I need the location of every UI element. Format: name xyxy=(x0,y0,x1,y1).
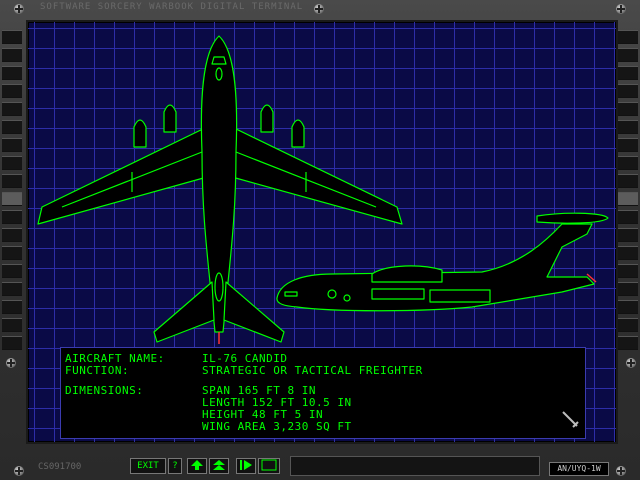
bolt-icon xyxy=(626,358,636,368)
help-button[interactable]: ? xyxy=(168,458,182,474)
bolt-icon xyxy=(6,358,16,368)
screen-icon xyxy=(261,459,277,471)
blueprint-screen: AIRCRAFT NAME: IL-76 CANDID FUNCTION: ST… xyxy=(26,20,618,444)
dimensions-label: DIMENSIONS: xyxy=(65,384,144,397)
up-arrow-icon xyxy=(191,460,203,470)
side-view-aircraft xyxy=(276,212,609,312)
screen-button[interactable] xyxy=(258,458,280,474)
model-label: AN/UYQ-1W xyxy=(549,462,609,476)
next-button[interactable] xyxy=(236,458,256,474)
left-rail xyxy=(2,30,22,350)
top-button[interactable] xyxy=(209,458,229,474)
next-icon xyxy=(240,460,252,470)
aircraft-info-panel: AIRCRAFT NAME: IL-76 CANDID FUNCTION: ST… xyxy=(60,347,586,439)
wing-area-value: WING AREA 3,230 SQ FT xyxy=(202,420,352,433)
exit-button[interactable]: EXIT xyxy=(130,458,166,474)
function-value: STRATEGIC OR TACTICAL FREIGHTER xyxy=(202,364,423,377)
sword-icon[interactable] xyxy=(561,410,581,430)
bolt-icon xyxy=(314,4,324,14)
control-bar: CS091700 EXIT ? AN/UYQ-1W xyxy=(0,450,640,480)
terminal-title: SOFTWARE SORCERY WARBOOK DIGITAL TERMINA… xyxy=(40,2,304,12)
top-arrow-icon xyxy=(213,460,225,470)
right-rail xyxy=(618,30,638,350)
bolt-icon xyxy=(14,4,24,14)
bolt-icon xyxy=(616,4,626,14)
status-display xyxy=(290,456,540,476)
function-label: FUNCTION: xyxy=(65,364,130,377)
serial-number: CS091700 xyxy=(38,462,82,472)
terminal-frame: SOFTWARE SORCERY WARBOOK DIGITAL TERMINA… xyxy=(0,0,640,480)
up-button[interactable] xyxy=(187,458,207,474)
